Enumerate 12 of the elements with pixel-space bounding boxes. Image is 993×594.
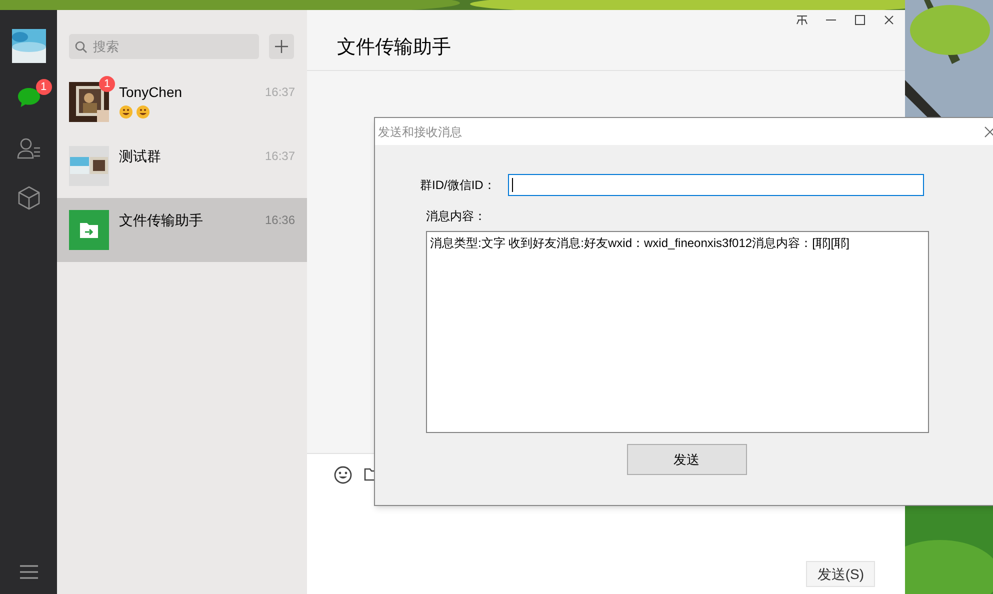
contact-name: TonyChen bbox=[119, 83, 184, 101]
contact-name: 文件传输助手 bbox=[119, 211, 204, 229]
unread-badge: 1 bbox=[99, 76, 115, 92]
unread-badge: 1 bbox=[36, 79, 52, 95]
id-label: 群ID/微信ID： bbox=[420, 177, 496, 194]
contact-name: 测试群 bbox=[119, 147, 162, 165]
chat-title: 文件传输助手 bbox=[337, 36, 451, 60]
message-time: 16:36 bbox=[264, 212, 296, 229]
dialog-title: 发送和接收消息 bbox=[378, 124, 462, 140]
message-time: 16:37 bbox=[264, 84, 296, 101]
content-label: 消息内容： bbox=[425, 208, 487, 225]
message-time: 16:37 bbox=[264, 148, 296, 165]
